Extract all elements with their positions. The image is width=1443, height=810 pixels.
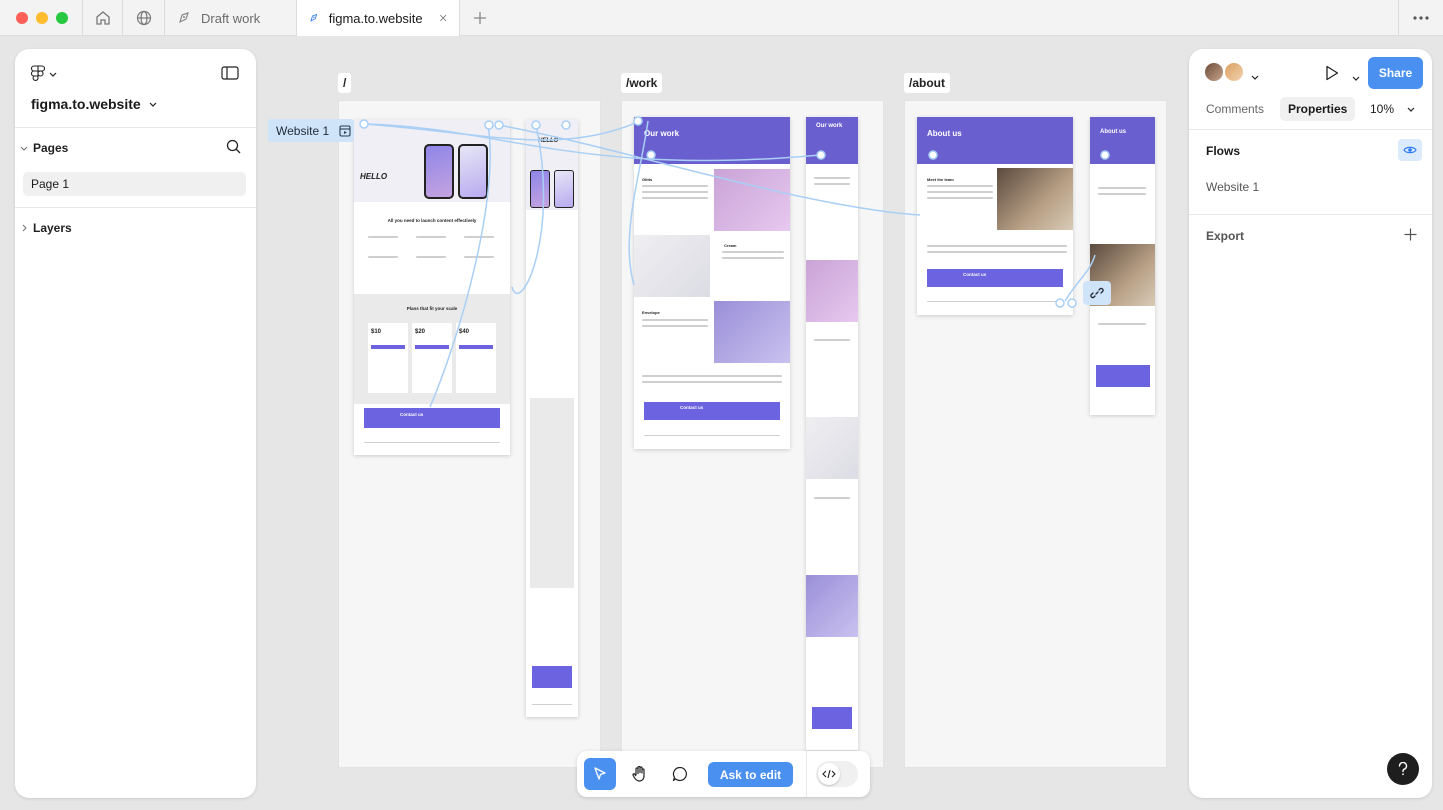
minimize-window-button[interactable] <box>36 12 48 24</box>
flow-item[interactable]: Website 1 <box>1206 180 1259 194</box>
tab-label: figma.to.website <box>328 10 423 26</box>
home-button[interactable] <box>82 0 122 36</box>
search-icon <box>226 139 241 154</box>
add-export-button[interactable] <box>1404 228 1417 246</box>
chevron-down-icon <box>149 102 157 107</box>
pages-heading: Pages <box>33 141 69 155</box>
bottom-toolbar: Ask to edit <box>577 751 870 797</box>
hand-icon <box>632 765 645 782</box>
divider <box>806 751 807 797</box>
play-frame-icon <box>339 124 351 137</box>
collaborators-dropdown[interactable] <box>1251 68 1259 86</box>
eye-icon <box>1403 146 1417 154</box>
link-interaction[interactable] <box>1083 281 1111 305</box>
comment-tool-button[interactable] <box>664 758 696 790</box>
figma-logo-icon <box>31 65 45 81</box>
link-icon <box>1090 287 1104 299</box>
chevron-down-icon <box>1407 107 1415 112</box>
tab-label: Draft work <box>201 10 261 26</box>
present-button[interactable] <box>1325 65 1339 86</box>
file-name: figma.to.website <box>31 96 141 112</box>
divider <box>1189 129 1432 130</box>
help-button[interactable] <box>1387 753 1419 785</box>
hand-tool-button[interactable] <box>624 758 656 790</box>
divider <box>15 127 256 128</box>
comment-icon <box>672 766 687 782</box>
question-icon <box>1398 762 1408 776</box>
pen-tool-icon <box>310 13 318 22</box>
code-icon <box>822 769 836 779</box>
chevron-down-icon <box>1352 76 1360 81</box>
tab-comments[interactable]: Comments <box>1199 97 1271 121</box>
search-pages-button[interactable] <box>226 139 241 159</box>
close-icon[interactable] <box>439 12 447 24</box>
chevron-down-icon <box>20 146 28 151</box>
page-item[interactable]: Page 1 <box>23 172 246 196</box>
share-button[interactable]: Share <box>1368 57 1423 89</box>
new-tab-button[interactable] <box>461 0 499 36</box>
close-window-button[interactable] <box>16 12 28 24</box>
flow-start-label: Website 1 <box>276 123 330 138</box>
pen-tool-icon <box>179 12 189 24</box>
flows-heading: Flows <box>1206 144 1241 158</box>
ask-to-edit-label: Ask to edit <box>719 767 782 782</box>
layers-heading: Layers <box>33 221 72 235</box>
chevron-down-icon <box>49 72 57 77</box>
title-bar: Draft work figma.to.website <box>0 0 1443 36</box>
layers-section-toggle[interactable]: Layers <box>20 221 72 235</box>
main-menu-button[interactable] <box>31 65 57 83</box>
cursor-icon <box>594 767 606 780</box>
more-icon <box>1413 16 1429 20</box>
zoom-value: 10% <box>1370 102 1395 116</box>
play-icon <box>1326 65 1339 81</box>
show-flows-toggle[interactable] <box>1398 139 1422 161</box>
divider <box>15 207 256 208</box>
tab-figma-to-website[interactable]: figma.to.website <box>296 0 460 36</box>
sidebar-icon <box>221 66 239 80</box>
community-button[interactable] <box>122 0 164 36</box>
chevron-right-icon <box>22 224 27 232</box>
tab-draft-work[interactable]: Draft work <box>164 0 296 36</box>
zoom-dropdown[interactable]: 10% <box>1370 102 1415 116</box>
move-tool-button[interactable] <box>584 758 616 790</box>
share-label: Share <box>1378 66 1413 80</box>
dev-mode-toggle[interactable] <box>816 761 858 787</box>
present-options-dropdown[interactable] <box>1352 69 1360 87</box>
dev-mode-knob <box>818 763 840 785</box>
flow-start-tag[interactable]: Website 1 <box>268 119 354 142</box>
plus-icon <box>1404 228 1417 241</box>
maximize-window-button[interactable] <box>56 12 68 24</box>
plus-icon <box>474 12 486 24</box>
file-name-dropdown[interactable]: figma.to.website <box>31 96 157 112</box>
ask-to-edit-button[interactable]: Ask to edit <box>708 762 793 787</box>
divider <box>1189 214 1432 215</box>
avatar[interactable] <box>1203 61 1225 83</box>
globe-icon <box>136 10 151 26</box>
chevron-down-icon <box>1251 75 1259 80</box>
export-heading: Export <box>1206 229 1245 243</box>
page-item-label: Page 1 <box>31 177 70 191</box>
pages-section-toggle[interactable]: Pages <box>20 141 68 155</box>
left-sidebar: figma.to.website Pages Page 1 Layers <box>15 49 256 798</box>
toggle-sidebar-button[interactable] <box>221 66 239 85</box>
home-icon <box>95 11 110 25</box>
right-sidebar: Share Comments Properties 10% Flows Webs… <box>1189 49 1432 798</box>
avatar[interactable] <box>1223 61 1245 83</box>
more-options-button[interactable] <box>1398 0 1443 36</box>
tab-properties[interactable]: Properties <box>1280 97 1356 121</box>
